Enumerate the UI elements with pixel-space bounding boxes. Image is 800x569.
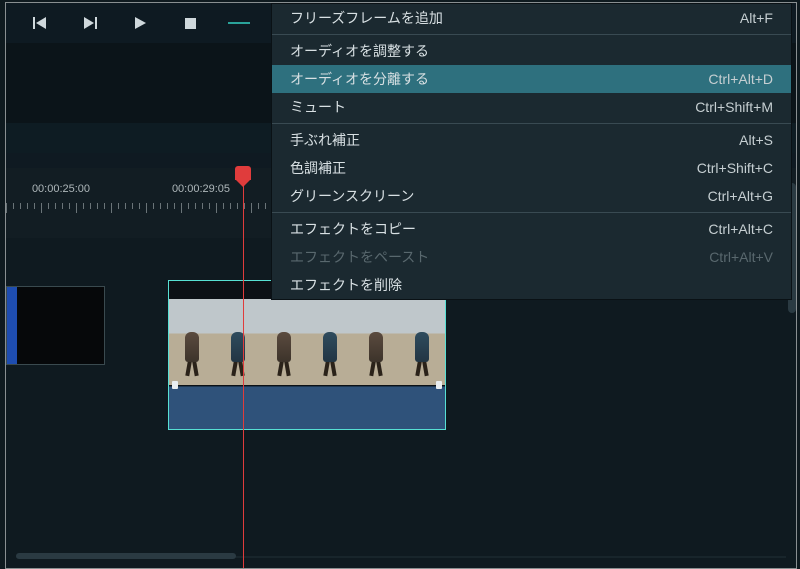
menu-item-shortcut: Ctrl+Shift+M (695, 99, 773, 115)
menu-item-label: ミュート (290, 97, 695, 117)
menu-item-shortcut: Alt+S (739, 132, 773, 148)
menu-item-shortcut: Ctrl+Alt+D (708, 71, 773, 87)
stop-button[interactable] (176, 11, 204, 35)
ruler-label: 00:00:25:00 (32, 183, 90, 195)
menu-item-freeze-frame[interactable]: フリーズフレームを追加Alt+F (272, 4, 791, 32)
menu-item-mute[interactable]: ミュートCtrl+Shift+M (272, 93, 791, 121)
menu-item-shortcut: Ctrl+Alt+C (708, 221, 773, 237)
menu-item-label: エフェクトをペースト (290, 247, 709, 267)
ruler-label: 00:00:29:05 (172, 183, 230, 195)
menu-item-paste-effect: エフェクトをペーストCtrl+Alt+V (272, 243, 791, 271)
menu-item-color-correct[interactable]: 色調補正Ctrl+Shift+C (272, 154, 791, 182)
clip-preceding[interactable] (6, 286, 105, 365)
menu-item-label: フリーズフレームを追加 (290, 8, 740, 28)
playhead-handle-icon[interactable] (235, 166, 251, 180)
menu-separator (272, 34, 791, 35)
menu-separator (272, 123, 791, 124)
clip-thumbnails (169, 299, 445, 385)
menu-item-stabilize[interactable]: 手ぶれ補正Alt+S (272, 126, 791, 154)
playhead-line (243, 186, 244, 568)
separator-line-icon (228, 22, 250, 24)
menu-item-label: 色調補正 (290, 158, 697, 178)
context-menu: フリーズフレームを追加Alt+Fオーディオを調整するオーディオを分離するCtrl… (271, 3, 792, 300)
menu-item-label: エフェクトをコピー (290, 219, 708, 239)
app-frame: 00:00:25:00 00:00:29:05 0 - コピ (5, 2, 797, 569)
menu-item-green-screen[interactable]: グリーンスクリーンCtrl+Alt+G (272, 182, 791, 210)
menu-item-shortcut: Ctrl+Alt+G (708, 188, 773, 204)
menu-item-shortcut: Ctrl+Shift+C (697, 160, 773, 176)
menu-item-copy-effect[interactable]: エフェクトをコピーCtrl+Alt+C (272, 215, 791, 243)
menu-item-adjust-audio[interactable]: オーディオを調整する (272, 37, 791, 65)
step-back-button[interactable] (26, 11, 54, 35)
clip-trim-handle-left[interactable] (172, 381, 178, 389)
menu-item-shortcut: Alt+F (740, 10, 773, 26)
clip-edge (7, 287, 17, 364)
clip-selected[interactable]: 0 - コピ (168, 280, 446, 430)
menu-item-delete-effect[interactable]: エフェクトを削除 (272, 271, 791, 299)
menu-separator (272, 212, 791, 213)
step-forward-button[interactable] (76, 11, 104, 35)
h-scrollbar[interactable] (6, 553, 796, 559)
menu-item-label: エフェクトを削除 (290, 275, 773, 295)
clip-audio-track[interactable] (169, 386, 445, 429)
h-scrollbar-thumb[interactable] (16, 553, 236, 559)
menu-item-label: オーディオを調整する (290, 41, 773, 61)
menu-item-label: オーディオを分離する (290, 69, 708, 89)
menu-item-label: グリーンスクリーン (290, 186, 708, 206)
menu-item-detach-audio[interactable]: オーディオを分離するCtrl+Alt+D (272, 65, 791, 93)
menu-item-label: 手ぶれ補正 (290, 130, 739, 150)
clip-trim-handle-right[interactable] (436, 381, 442, 389)
play-button[interactable] (126, 11, 154, 35)
menu-item-shortcut: Ctrl+Alt+V (709, 249, 773, 265)
